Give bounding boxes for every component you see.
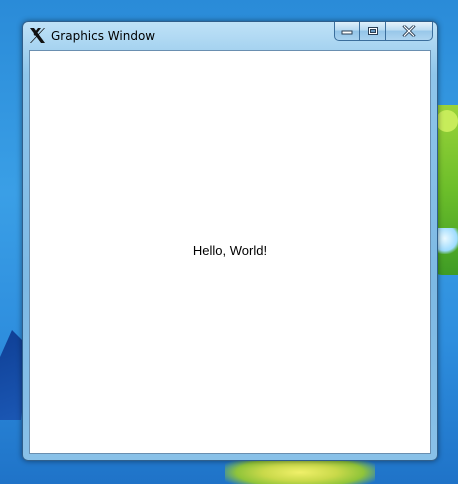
title-bar[interactable]: Graphics Window [23,22,437,50]
window-title: Graphics Window [51,29,156,43]
minimize-button[interactable] [334,22,360,41]
graphics-window[interactable]: Graphics Window Hello, World! [22,21,438,461]
maximize-icon [367,27,378,35]
close-button[interactable] [386,22,433,41]
hello-text: Hello, World! [192,243,268,258]
close-icon [402,25,416,37]
caption-buttons [334,22,433,42]
wallpaper-shape [436,110,458,132]
x-logo-icon[interactable] [29,27,46,44]
maximize-button[interactable] [360,22,386,41]
minimize-icon [341,30,353,35]
wallpaper-shape [436,228,458,254]
graphics-canvas[interactable]: Hello, World! [29,50,431,454]
